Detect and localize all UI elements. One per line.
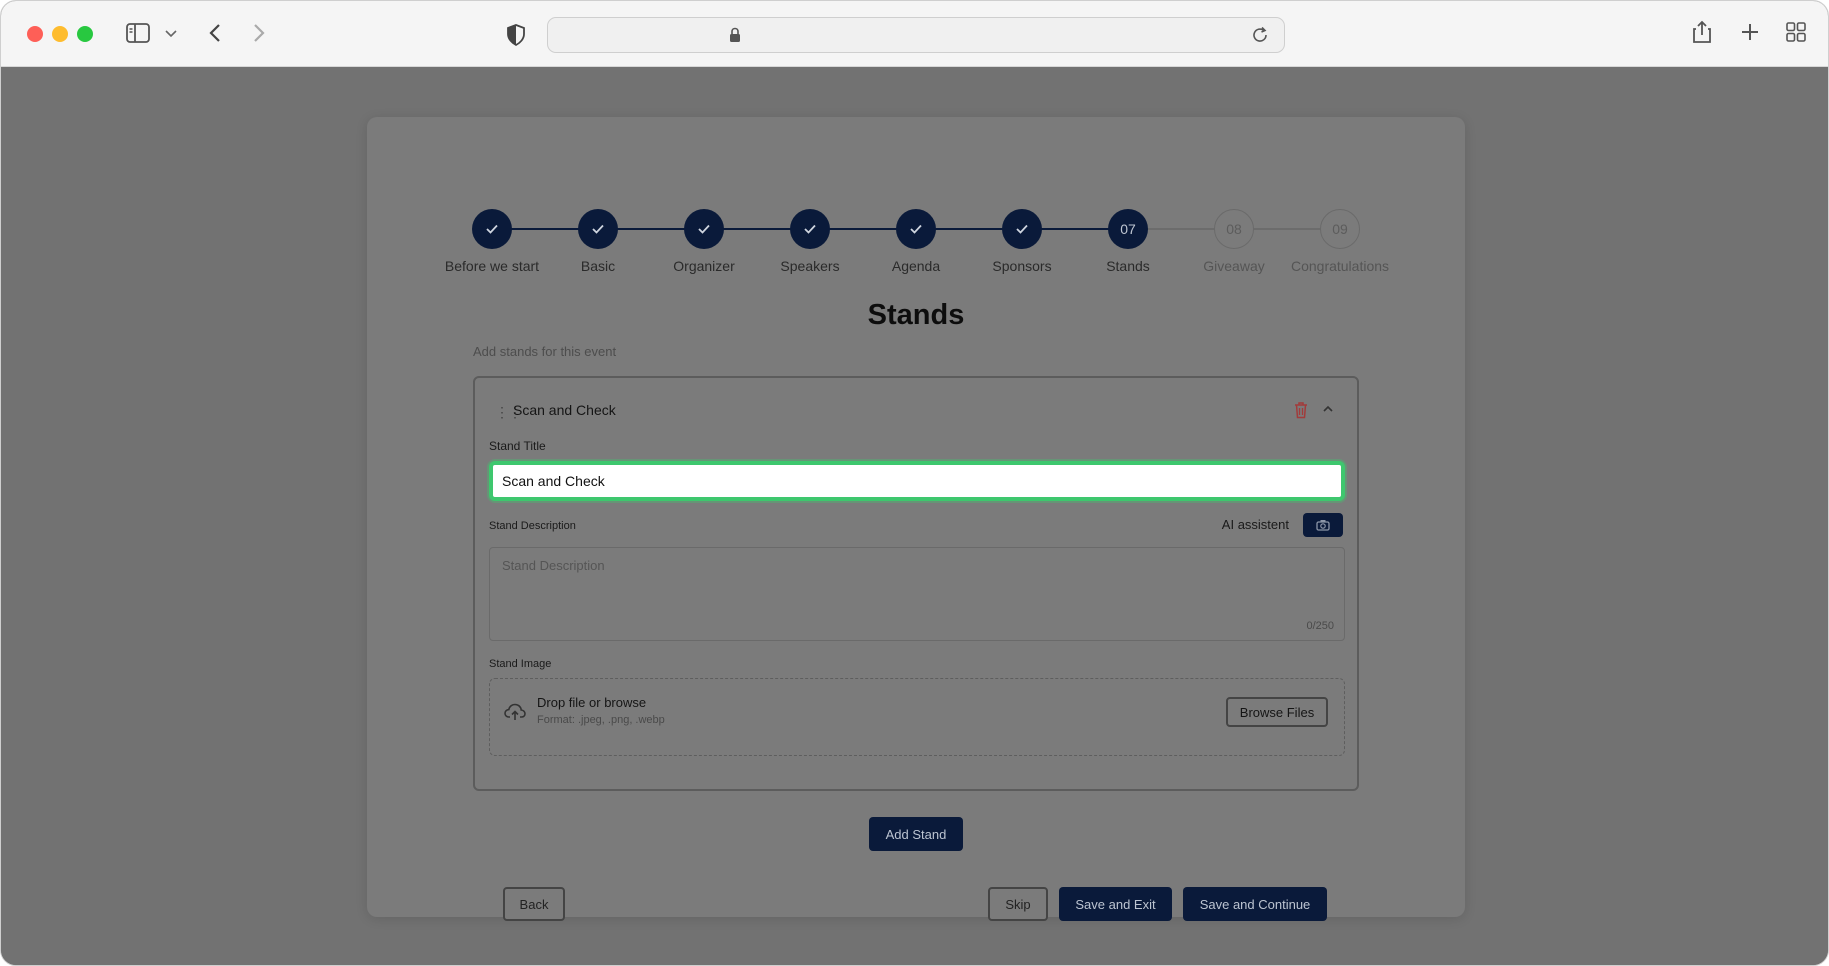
sidebar-icon[interactable] (125, 21, 151, 45)
check-icon (485, 223, 499, 235)
lock-icon (728, 26, 742, 44)
back-button[interactable]: Back (503, 887, 565, 921)
back-icon[interactable] (205, 21, 225, 45)
share-icon[interactable] (1691, 19, 1713, 45)
step-indicator[interactable] (790, 209, 830, 249)
chevron-down-icon[interactable] (163, 27, 179, 41)
step-indicator[interactable] (896, 209, 936, 249)
new-tab-icon[interactable] (1739, 21, 1761, 43)
check-icon (803, 223, 817, 235)
stand-item: ⋮⋮ Scan and Check Stand Title Scan and C… (473, 376, 1359, 791)
step-number: 09 (1332, 221, 1348, 237)
description-placeholder: Stand Description (502, 558, 605, 573)
character-counter: 0/250 (1306, 620, 1334, 632)
wizard-card: Before we start Basic Organizer Speakers Age… (367, 117, 1465, 921)
stand-title-label: Stand Title (489, 439, 546, 453)
drop-formats: Format: .jpeg, .png, .webp (537, 714, 665, 726)
skip-button[interactable]: Skip (988, 887, 1048, 921)
step-indicator[interactable] (578, 209, 618, 249)
step-indicator[interactable]: 08 (1214, 209, 1254, 249)
step-indicator[interactable] (472, 209, 512, 249)
stand-title-input[interactable]: Scan and Check (489, 461, 1345, 501)
close-window-button[interactable] (27, 26, 43, 42)
save-and-exit-button[interactable]: Save and Exit (1059, 887, 1172, 921)
stand-image-label: Stand Image (489, 658, 552, 670)
check-icon (591, 223, 605, 235)
address-bar[interactable] (547, 17, 1285, 53)
zoom-window-button[interactable] (77, 26, 93, 42)
page-title: Stands (867, 299, 965, 331)
cloud-upload-icon (504, 702, 526, 722)
minimize-window-button[interactable] (52, 26, 68, 42)
step-indicator[interactable] (1002, 209, 1042, 249)
page-content: Before we start Basic Organizer Speakers Age… (1, 67, 1828, 965)
drop-title: Drop file or browse (537, 695, 647, 710)
shield-icon[interactable] (505, 23, 527, 47)
step-indicator[interactable]: 09 (1320, 209, 1360, 249)
trash-icon[interactable] (1293, 401, 1309, 419)
chevron-up-icon[interactable] (1321, 402, 1335, 416)
step-indicator[interactable]: 07 (1108, 209, 1148, 249)
check-icon (1015, 223, 1029, 235)
check-icon (909, 223, 923, 235)
image-dropzone[interactable]: Drop file or browse Format: .jpeg, .png,… (489, 678, 1345, 756)
stand-description-textarea[interactable]: Stand Description 0/250 (489, 547, 1345, 641)
browse-files-button[interactable]: Browse Files (1226, 697, 1328, 727)
step-number: 07 (1120, 221, 1136, 237)
ai-assistant-label: AI assistent (1221, 517, 1289, 532)
browser-toolbar (1, 1, 1828, 67)
add-stand-button[interactable]: Add Stand (869, 817, 963, 851)
stand-description-label: Stand Description (489, 520, 576, 532)
check-icon (697, 223, 711, 235)
stand-header-title: Scan and Check (513, 402, 616, 418)
page-subtitle: Add stands for this event (473, 344, 617, 359)
step-indicator[interactable] (684, 209, 724, 249)
step-label: Congratulations (1290, 258, 1390, 274)
save-and-continue-button[interactable]: Save and Continue (1183, 887, 1327, 921)
step-number: 08 (1226, 221, 1242, 237)
ai-assistant-button[interactable] (1303, 513, 1343, 537)
ai-sparkle-icon (1316, 519, 1330, 531)
browser-window: Before we start Basic Organizer Speakers Age… (0, 0, 1829, 966)
tabs-grid-icon[interactable] (1785, 21, 1807, 43)
forward-icon[interactable] (249, 21, 269, 45)
reload-icon[interactable] (1250, 25, 1270, 45)
